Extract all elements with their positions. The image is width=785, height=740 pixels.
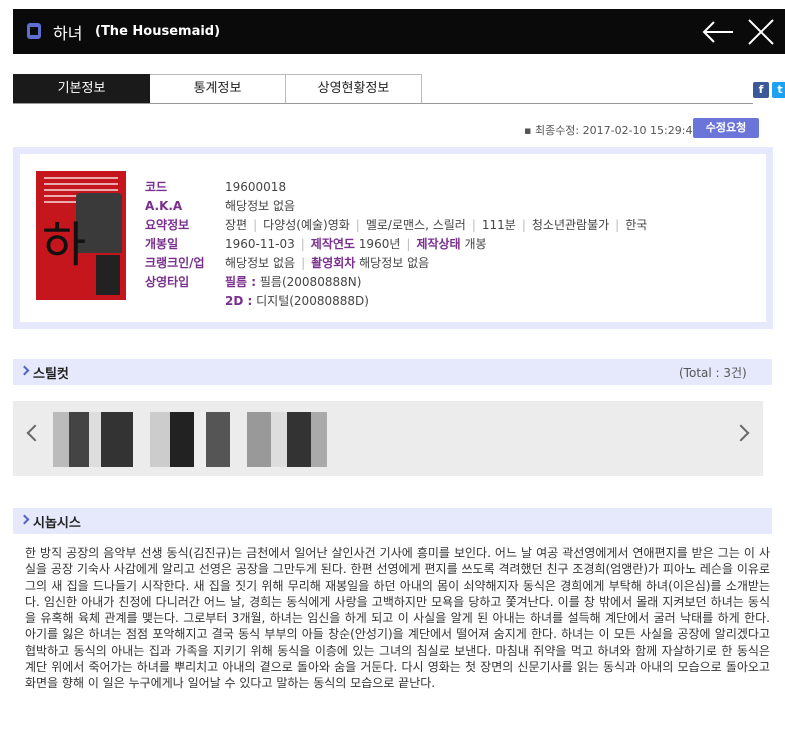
- movie-title: 하녀: [53, 24, 83, 43]
- stillcut-gallery: [13, 401, 763, 476]
- next-arrow-icon[interactable]: [732, 424, 750, 442]
- chevron-right-icon: [19, 365, 30, 376]
- movie-title-english: (The Housemaid): [95, 24, 221, 39]
- digital-value: 2D : 디지털(20080888D): [225, 294, 369, 308]
- facebook-icon[interactable]: f: [753, 82, 769, 98]
- release-value: 1960-11-03 | 제작연도 1960년 | 제작상태 개봉: [225, 237, 487, 251]
- stillcut-thumbnail[interactable]: [53, 412, 133, 467]
- stillcut-header: 스틸컷 (Total : 3건): [13, 359, 772, 385]
- back-arrow-icon[interactable]: [701, 15, 735, 49]
- tab-basic-info[interactable]: 기본정보: [13, 74, 150, 104]
- screen-type-label: 상영타입: [145, 275, 190, 289]
- stillcut-total: (Total : 3건): [679, 366, 747, 380]
- movie-poster[interactable]: 하: [36, 171, 126, 300]
- code-label: 코드: [145, 180, 168, 194]
- aka-value: 해당정보 없음: [225, 199, 296, 213]
- film-value: 필름 : 필름(20080888N): [225, 275, 362, 289]
- close-icon[interactable]: [744, 15, 778, 49]
- crankin-value: 해당정보 없음 | 촬영회차 해당정보 없음: [225, 256, 430, 270]
- info-panel: 하 코드 19600018 A.K.A 해당정보 없음 요약정보 장편 | 다양성(…: [13, 147, 773, 329]
- chevron-right-icon: [19, 514, 30, 525]
- twitter-icon[interactable]: t: [772, 82, 785, 98]
- last-modified-text: ▪ 최종수정: 2017-02-10 15:29:43: [524, 124, 700, 137]
- synopsis-header: 시놉시스: [13, 508, 772, 534]
- aka-label: A.K.A: [145, 199, 183, 213]
- prev-arrow-icon[interactable]: [26, 424, 44, 442]
- summary-label: 요약정보: [145, 218, 190, 232]
- stillcut-title: 스틸컷: [33, 367, 69, 382]
- movie-icon: [27, 23, 41, 39]
- stillcut-thumbnail[interactable]: [247, 412, 327, 467]
- edit-request-button[interactable]: 수정요청: [693, 118, 759, 138]
- title-bar: 하녀 (The Housemaid): [13, 9, 785, 54]
- tab-statistics[interactable]: 통계정보: [150, 74, 286, 104]
- release-label: 개봉일: [145, 237, 179, 251]
- tab-screening-status[interactable]: 상영현황정보: [286, 74, 422, 104]
- synopsis-text: 한 방직 공장의 음악부 선생 동식(김진규)는 금천에서 일어난 살인사건 기…: [25, 546, 770, 691]
- tab-bar: 기본정보 통계정보 상영현황정보: [13, 74, 422, 104]
- synopsis-title: 시놉시스: [33, 516, 81, 531]
- stillcut-thumbnail[interactable]: [150, 412, 230, 467]
- tab-underline: [13, 103, 753, 104]
- summary-value: 장편 | 다양성(예술)영화 | 멜로/로맨스, 스릴러 | 111분 | 청소년관람불가 | 한국: [225, 218, 648, 232]
- code-value: 19600018: [225, 180, 287, 194]
- crankin-label: 크랭크인/업: [145, 256, 205, 270]
